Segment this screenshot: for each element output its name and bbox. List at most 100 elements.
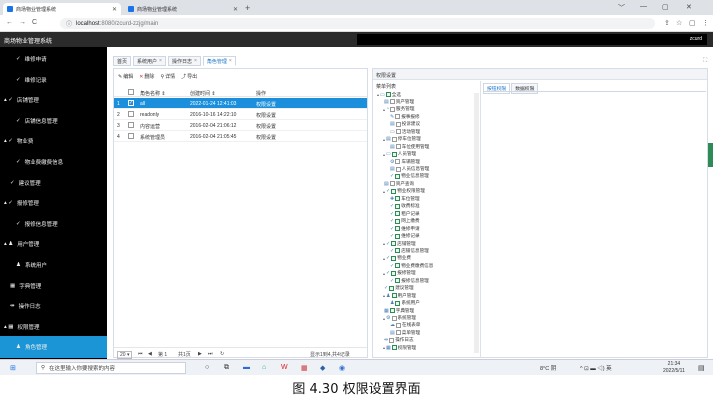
windows-start-icon[interactable]: ⊞: [10, 364, 16, 372]
store-icon[interactable]: ⌂: [262, 364, 266, 371]
expand-arrow-icon[interactable]: ▴: [383, 189, 385, 194]
last-page-icon[interactable]: ⏭: [208, 351, 213, 357]
table-row[interactable]: 4 系统管理员 2016-02-04 21:05:45 权限设置: [114, 131, 367, 142]
close-tab-icon[interactable]: ×: [159, 58, 162, 64]
sidebar-item[interactable]: ♟ 系统用户: [0, 254, 107, 276]
tree-node[interactable]: ▴ ✓ 物业权限管理: [383, 188, 425, 195]
maximize-icon[interactable]: ▢: [662, 3, 669, 11]
tree-node[interactable]: ▤ 菜单管理: [389, 329, 420, 336]
forward-icon[interactable]: →: [19, 19, 26, 26]
tree-checkbox[interactable]: [395, 166, 401, 172]
permission-setting-link[interactable]: 权限设置: [256, 101, 276, 108]
tree-checkbox[interactable]: [395, 144, 401, 150]
tab-button-permission[interactable]: 按钮权限: [483, 83, 511, 94]
tab-operation-log[interactable]: 操作日志 ×: [167, 56, 201, 66]
tree-node[interactable]: ✓ 收费标准: [389, 203, 420, 210]
tree-node[interactable]: ✓ 物业费缴费信息: [389, 262, 433, 269]
tree-node[interactable]: ▴ ◔ 服务管理: [383, 106, 414, 113]
tree-checkbox[interactable]: [391, 188, 397, 194]
tree-checkbox[interactable]: [395, 300, 401, 306]
tree-checkbox[interactable]: [389, 181, 395, 187]
tree-node[interactable]: ▤ 资产查询: [383, 180, 414, 187]
bookmark-star-icon[interactable]: ☆: [676, 19, 682, 27]
tree-node[interactable]: ✓ 维修申请: [389, 225, 420, 232]
expand-arrow-icon[interactable]: ▴: [383, 316, 385, 321]
chrome-icon[interactable]: ◉: [339, 364, 345, 372]
tree-node[interactable]: ♟ 系统用户: [389, 300, 420, 307]
sidebar-item[interactable]: ▴ ✓ 物业费: [0, 130, 107, 152]
tab-data-permission[interactable]: 数据权限: [511, 83, 539, 94]
tree-checkbox[interactable]: [391, 255, 397, 261]
tree-checkbox[interactable]: [390, 106, 396, 112]
tree-node[interactable]: ▴ ✓ 报修管理: [383, 270, 416, 277]
sidebar-item[interactable]: ✓ 维修记录: [0, 69, 107, 91]
browser-tab-1[interactable]: 商场物业管理系统 ✕: [3, 3, 121, 15]
tree-checkbox[interactable]: [396, 322, 401, 328]
sidebar-item[interactable]: ▴ ✓ 店铺管理: [0, 89, 107, 111]
tree-checkbox[interactable]: [395, 233, 401, 239]
expand-arrow-icon[interactable]: ▴: [383, 152, 385, 157]
cortana-icon[interactable]: ○: [205, 364, 209, 371]
tree-node[interactable]: ▴ ▭ 人员管理: [383, 151, 416, 158]
table-row[interactable]: 2 readonly 2016-10-16 14:22:10 权限设置: [114, 109, 367, 120]
expand-arrow-icon[interactable]: ▴: [383, 256, 385, 261]
share-icon[interactable]: ⇪: [664, 19, 670, 27]
select-all-checkbox[interactable]: [128, 89, 134, 95]
close-tab-icon[interactable]: ✕: [112, 6, 117, 13]
notification-icon[interactable]: ▤: [698, 364, 705, 372]
sidebar-item[interactable]: ▴ ▦ 权限管理: [0, 316, 107, 338]
sidepanel-icon[interactable]: ▢: [689, 19, 696, 27]
side-tag[interactable]: [708, 143, 713, 167]
tab-system-users[interactable]: 系统用户 ×: [133, 56, 166, 66]
tree-scrollbar[interactable]: [474, 93, 479, 353]
mail-icon[interactable]: ▬: [243, 364, 250, 371]
tree-node[interactable]: ✓ 物业信息管理: [389, 173, 429, 180]
new-tab-button[interactable]: +: [245, 3, 250, 13]
page-size-select[interactable]: 20 ▾: [117, 351, 133, 359]
sidebar-item[interactable]: ▴ ✓ 报修管理: [0, 192, 107, 214]
tree-checkbox[interactable]: [391, 136, 397, 142]
row-checkbox[interactable]: [128, 122, 134, 128]
close-tab-icon[interactable]: ×: [194, 58, 197, 64]
detail-button[interactable]: ⚲ 详情: [160, 73, 175, 81]
tree-node[interactable]: ▴ ▤ 停车位管理: [383, 136, 421, 143]
tree-node[interactable]: ▭ 活动管理: [389, 128, 420, 135]
tree-checkbox[interactable]: [395, 211, 401, 217]
tree-checkbox[interactable]: [395, 226, 401, 232]
tree-node[interactable]: ✎ 报事报修: [389, 113, 420, 120]
permission-setting-link[interactable]: 权限设置: [256, 134, 276, 141]
tree-checkbox[interactable]: [385, 92, 391, 97]
back-icon[interactable]: ←: [6, 19, 13, 26]
tree-checkbox[interactable]: [395, 330, 401, 336]
sidebar-item[interactable]: ✓ 物业费缴费信息: [0, 151, 107, 173]
tree-node[interactable]: ▦ 字典管理: [383, 307, 414, 314]
tree-node[interactable]: ▤ 资产管理: [383, 98, 414, 105]
tree-node[interactable]: ✓ 网上缴费: [389, 218, 420, 225]
site-info-icon[interactable]: ⓘ: [66, 19, 72, 28]
tree-checkbox[interactable]: [391, 151, 397, 157]
close-tab-icon[interactable]: ×: [229, 58, 232, 64]
tree-node[interactable]: ✓ 报修信息管理: [389, 277, 429, 284]
sidebar-item[interactable]: ⇹ 操作日志: [0, 295, 107, 317]
tree-checkbox[interactable]: [395, 218, 401, 224]
delete-button[interactable]: ✕ 删除: [139, 73, 154, 81]
tree-node[interactable]: ⇹ 操作日志: [383, 337, 414, 344]
sidebar-item[interactable]: ▴ ♟ 用户管理: [0, 233, 107, 255]
system-tray[interactable]: ^ ⊡ ▬ ◁) 英: [580, 364, 612, 372]
tree-checkbox[interactable]: [391, 345, 397, 351]
url-field[interactable]: ⓘ localhost:8080/zcurd-zzjg/main: [60, 18, 655, 29]
prev-page-icon[interactable]: ◀: [148, 351, 152, 357]
page-number[interactable]: 第 1: [158, 351, 167, 358]
minimize-icon[interactable]: —: [640, 3, 647, 10]
tree-checkbox[interactable]: [389, 337, 395, 343]
row-checkbox[interactable]: [128, 133, 134, 139]
table-row[interactable]: 3 内容运营 2016-02-04 21:06:12 权限设置: [114, 120, 367, 131]
permission-setting-link[interactable]: 权限设置: [256, 123, 276, 130]
tree-checkbox[interactable]: [391, 315, 397, 321]
weather[interactable]: 8°C 阴: [540, 364, 556, 372]
tree-node[interactable]: ⚙ 车辆管理: [389, 158, 420, 165]
current-user[interactable]: zcurd: [690, 36, 702, 42]
tree-node[interactable]: ▤ 车位使用管理: [389, 143, 429, 150]
sidebar-item[interactable]: ▦ 字典管理: [0, 275, 107, 297]
expand-arrow-icon[interactable]: ▴: [383, 107, 385, 112]
